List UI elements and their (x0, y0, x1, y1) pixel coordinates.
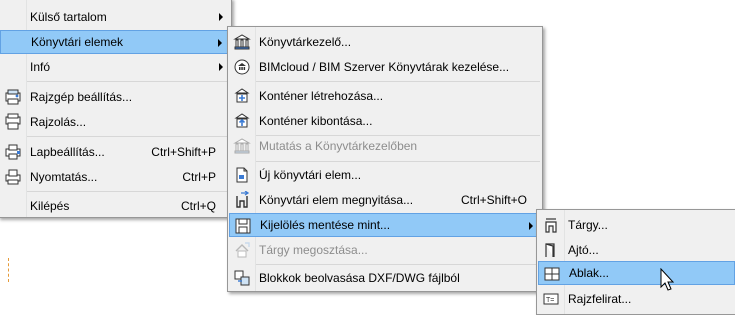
main-menu: Külső tartalom Könyvtári elemek Infó Raj… (0, 0, 232, 218)
menu-item-label: Ablak... (569, 266, 610, 280)
menu-item-label: Könyvtári elem megnyitása... (259, 193, 414, 207)
menu-item-print[interactable]: Nyomtatás... Ctrl+P (0, 165, 230, 189)
open-library-part-icon (233, 191, 251, 209)
svg-text:T=: T= (546, 297, 554, 304)
menu-item-external-content[interactable]: Külső tartalom (0, 5, 230, 29)
submenu-arrow-icon (218, 39, 222, 47)
menu-item-window[interactable]: Ablak... (538, 261, 735, 285)
menu-item-page-setup[interactable]: Lapbeállítás... Ctrl+Shift+P (0, 140, 230, 164)
create-container-icon (233, 87, 251, 105)
object-icon (542, 216, 560, 234)
floppy-save-icon (234, 217, 252, 235)
menu-separator (27, 81, 229, 82)
menu-item-label: Könyvtárkezelő... (259, 35, 352, 49)
library-manager-icon (233, 33, 251, 51)
menu-item-label: Ajtó... (568, 243, 599, 257)
menu-item-label-tool[interactable]: T= Rajzfelirat... (538, 287, 735, 311)
menu-item-label: Blokkok beolvasása DXF/DWG fájlból (259, 271, 460, 285)
menu-item-extract-container[interactable]: Konténer kibontása... (229, 109, 541, 133)
menu-item-label: Rajzolás... (30, 115, 87, 129)
menu-item-shortcut: Ctrl+Shift+P (151, 145, 216, 159)
menu-item-label: Új könyvtári elem... (259, 168, 362, 182)
menu-separator (256, 161, 540, 162)
menu-item-label: Tárgy megosztása... (259, 243, 368, 257)
library-elements-submenu: Könyvtárkezelő... BIMcloud / BIM Szerver… (227, 26, 543, 292)
menu-item-label: Mutatás a Könyvtárkezelőben (259, 139, 418, 153)
plotter-setup-icon (4, 88, 22, 106)
extract-container-icon (233, 112, 251, 130)
menu-item-label: Kilépés (30, 199, 70, 213)
dashed-marker (8, 258, 9, 282)
menu-item-label: Lapbeállítás... (30, 145, 105, 159)
submenu-arrow-icon (219, 63, 223, 71)
submenu-arrow-icon (219, 13, 223, 21)
menu-separator (27, 136, 229, 137)
submenu-arrow-icon (529, 222, 533, 230)
menu-item-library-elements[interactable]: Könyvtári elemek (0, 30, 230, 54)
menu-item-info[interactable]: Infó (0, 55, 230, 79)
menu-item-label: Tárgy... (568, 218, 608, 232)
menu-item-label: Könyvtári elemek (31, 35, 124, 49)
menu-separator (27, 191, 229, 192)
menu-item-plot[interactable]: Rajzolás... (0, 110, 230, 134)
menu-item-label: Nyomtatás... (30, 170, 98, 184)
import-blocks-icon (233, 269, 251, 287)
menu-item-import-dxf-dwg-blocks[interactable]: Blokkok beolvasása DXF/DWG fájlból (229, 266, 541, 290)
menu-item-label: Infó (30, 60, 51, 74)
show-in-library-manager-icon (233, 137, 251, 155)
mouse-cursor-icon (660, 267, 676, 297)
menu-item-bimcloud-libraries[interactable]: BIMcloud / BIM Szerver Könyvtárak kezelé… (229, 55, 541, 79)
window-icon (543, 265, 561, 283)
menu-item-shortcut: Ctrl+Shift+O (460, 193, 527, 207)
menu-item-label: Konténer kibontása... (259, 114, 373, 128)
bimcloud-icon (233, 58, 251, 76)
menu-item-shortcut: Ctrl+P (182, 170, 216, 184)
menu-separator (256, 81, 540, 82)
new-library-part-icon (233, 166, 251, 184)
menu-item-label: Rajzfelirat... (568, 292, 632, 306)
menu-item-object[interactable]: Tárgy... (538, 213, 735, 237)
menu-item-label: Konténer létrehozása... (259, 89, 384, 103)
menu-separator (256, 264, 540, 265)
menu-item-new-library-part[interactable]: Új könyvtári elem... (229, 163, 541, 187)
menu-item-shortcut: Ctrl+Q (180, 199, 216, 213)
menu-item-library-manager[interactable]: Könyvtárkezelő... (229, 30, 541, 54)
save-selection-as-submenu: Tárgy... Ajtó... Ablak... T= Rajzfelirat… (536, 209, 735, 315)
menu-item-label: BIMcloud / BIM Szerver Könyvtárak kezelé… (259, 60, 510, 74)
menu-item-save-selection-as[interactable]: Kijelölés mentése mint... (229, 213, 541, 237)
printer-icon (4, 168, 22, 186)
menu-item-label: Kijelölés mentése mint... (260, 218, 391, 232)
page-setup-icon (4, 143, 22, 161)
menu-item-exit[interactable]: Kilépés Ctrl+Q (0, 194, 230, 218)
door-icon (542, 241, 560, 259)
menu-item-label: Külső tartalom (30, 10, 107, 24)
plotter-icon (4, 113, 22, 131)
menu-item-plotter-setup[interactable]: Rajzgép beállítás... (0, 85, 230, 109)
label-tool-icon: T= (542, 290, 560, 308)
menu-item-share-object[interactable]: Tárgy megosztása... (229, 238, 541, 262)
menu-item-show-in-library-manager[interactable]: Mutatás a Könyvtárkezelőben (229, 134, 541, 158)
menu-item-create-container[interactable]: Konténer létrehozása... (229, 84, 541, 108)
share-object-icon (233, 241, 251, 259)
menu-item-door[interactable]: Ajtó... (538, 238, 735, 262)
menu-item-open-library-part[interactable]: Könyvtári elem megnyitása... Ctrl+Shift+… (229, 188, 541, 212)
menu-item-label: Rajzgép beállítás... (30, 90, 133, 104)
